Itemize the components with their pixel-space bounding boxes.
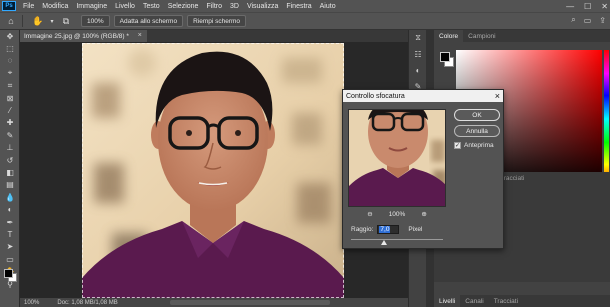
pen-tool-icon[interactable]: ✒ [0, 216, 20, 228]
dodge-tool-icon[interactable]: ◐ [0, 203, 20, 215]
document-tab-bar: Immagine 25.jpg @ 100% (RGB/8) * × [20, 30, 408, 42]
photoshop-logo[interactable]: Ps [2, 1, 16, 11]
clone-stamp-tool-icon[interactable]: ⊥ [0, 142, 20, 154]
fit-screen-button[interactable]: Adatta allo schermo [113, 15, 184, 27]
menu-visualizza[interactable]: Visualizza [243, 3, 282, 10]
radius-label: Raggio: [351, 226, 374, 233]
preview-zoom-level: 100% [388, 210, 406, 218]
eraser-tool-icon[interactable]: ◧ [0, 166, 20, 178]
marquee-tool-icon[interactable]: ⬚ [0, 42, 20, 54]
workspace-icon[interactable]: ▭ [584, 16, 592, 25]
share-icon[interactable]: ⇪ [599, 16, 606, 25]
menu-file[interactable]: File [19, 3, 38, 10]
search-icon[interactable]: ⌕ [571, 15, 575, 25]
radius-row: Raggio: 7,0 Pixel [351, 225, 423, 234]
color-panel-foreground-swatch[interactable] [440, 52, 450, 62]
preview-checkbox-label: Anteprima [464, 142, 494, 149]
zoom-in-icon[interactable]: ⊕ [421, 210, 426, 218]
lasso-tool-icon[interactable]: ◌ [0, 55, 20, 67]
options-bar: ⌂ ✋ ▾ ⧉ 100% Adatta allo schermo Riempi … [0, 12, 610, 30]
hue-slider[interactable] [604, 50, 609, 188]
fill-screen-button[interactable]: Riempi schermo [187, 15, 247, 27]
close-window-button[interactable]: ✕ [601, 2, 608, 11]
radius-input[interactable]: 7,0 [377, 225, 400, 234]
color-panel-tabs: Colore Campioni [434, 30, 610, 42]
blur-dialog: Controllo sfocatura × OK Annulla ✓ Antep… [342, 89, 504, 249]
dialog-title: Controllo sfocatura [346, 92, 405, 100]
history-brush-tool-icon[interactable]: ↺ [0, 154, 20, 166]
preview-zoom-controls: ⊖ 100% ⊕ [348, 210, 446, 219]
close-icon[interactable]: × [495, 91, 500, 101]
preview-option: ✓ Anteprima [454, 142, 494, 149]
radius-slider-track[interactable] [351, 239, 443, 240]
portrait-photo [82, 43, 344, 298]
menu-immagine[interactable]: Immagine [72, 3, 111, 10]
radius-slider-thumb[interactable] [381, 240, 388, 245]
menu-selezione[interactable]: Selezione [164, 3, 203, 10]
healing-brush-tool-icon[interactable]: ✚ [0, 117, 20, 129]
horizontal-scrollbar[interactable] [170, 300, 330, 305]
crop-tool-icon[interactable]: ⌗ [0, 80, 20, 92]
tools-panel: ✥ ⬚ ◌ ⌖ ⌗ ⊠ ⁄ ✚ ✎ ⊥ ↺ ◧ ▤ 💧 ◐ ✒ T ➤ ▭ ✋ … [0, 30, 20, 307]
menu-livello[interactable]: Livello [111, 3, 139, 10]
menu-3d[interactable]: 3D [226, 3, 243, 10]
blur-preview[interactable] [348, 109, 446, 207]
foreground-color-swatch[interactable] [4, 269, 13, 278]
history-panel-icon[interactable]: ⧖ [409, 30, 427, 46]
properties-panel-icon[interactable]: ☷ [409, 46, 427, 62]
window-controls: — ☐ ✕ [566, 0, 608, 12]
foreground-background-colors[interactable] [4, 269, 18, 283]
menu-bar: Ps File Modifica Immagine Livello Testo … [0, 0, 610, 12]
minimize-button[interactable]: — [566, 2, 574, 11]
document-tab[interactable]: Immagine 25.jpg @ 100% (RGB/8) * × [20, 30, 147, 42]
scroll-all-windows-icon[interactable]: ⧉ [59, 14, 73, 28]
status-zoom[interactable]: 100% [24, 300, 39, 306]
quick-select-tool-icon[interactable]: ⌖ [0, 67, 20, 79]
tab-colore[interactable]: Colore [434, 30, 464, 42]
home-icon[interactable]: ⌂ [4, 14, 18, 28]
menu-aiuto[interactable]: Aiuto [316, 3, 340, 10]
zoom-value-field[interactable]: 100% [81, 15, 110, 27]
hand-tool-icon[interactable]: ✋ [31, 14, 45, 28]
adjustments-panel-icon[interactable]: ◐ [409, 62, 427, 78]
dialog-title-bar[interactable]: Controllo sfocatura [343, 90, 503, 102]
zoom-out-icon[interactable]: ⊖ [367, 210, 372, 218]
path-selection-tool-icon[interactable]: ➤ [0, 241, 20, 253]
options-right-group: ⌕ ▭ ⇪ [571, 15, 606, 25]
status-doc-size: Doc: 1,08 MB/1,08 MB [57, 299, 118, 306]
menu-filtro[interactable]: Filtro [202, 3, 226, 10]
radius-value: 7,0 [379, 226, 391, 233]
frame-tool-icon[interactable]: ⊠ [0, 92, 20, 104]
type-tool-icon[interactable]: T [0, 228, 20, 240]
menu-testo[interactable]: Testo [139, 3, 164, 10]
move-tool-icon[interactable]: ✥ [0, 30, 20, 42]
divider [22, 15, 23, 27]
radius-unit: Pixel [408, 226, 423, 233]
brush-tool-icon[interactable]: ✎ [0, 129, 20, 141]
ok-button[interactable]: OK [454, 109, 500, 121]
menu-finestra[interactable]: Finestra [282, 3, 315, 10]
layers-panel-tabs: Livelli Canali Tracciati [434, 295, 610, 307]
tab-tracciati[interactable]: Tracciati [489, 295, 523, 307]
chevron-down-icon[interactable]: ▾ [49, 14, 55, 28]
document-tab-title: Immagine 25.jpg @ 100% (RGB/8) * [24, 32, 129, 40]
blur-tool-icon[interactable]: 💧 [0, 191, 20, 203]
menu-modifica[interactable]: Modifica [38, 3, 72, 10]
tab-campioni[interactable]: Campioni [463, 30, 500, 42]
status-bar: 100% Doc: 1,08 MB/1,08 MB [20, 298, 408, 307]
tab-livelli[interactable]: Livelli [434, 295, 461, 307]
eyedropper-tool-icon[interactable]: ⁄ [0, 104, 20, 116]
close-icon[interactable]: × [138, 32, 142, 39]
tab-canali[interactable]: Canali [460, 295, 488, 307]
maximize-button[interactable]: ☐ [584, 2, 591, 11]
preview-checkbox[interactable]: ✓ [454, 142, 461, 149]
cancel-button[interactable]: Annulla [454, 125, 500, 137]
gradient-tool-icon[interactable]: ▤ [0, 179, 20, 191]
rectangle-tool-icon[interactable]: ▭ [0, 253, 20, 265]
